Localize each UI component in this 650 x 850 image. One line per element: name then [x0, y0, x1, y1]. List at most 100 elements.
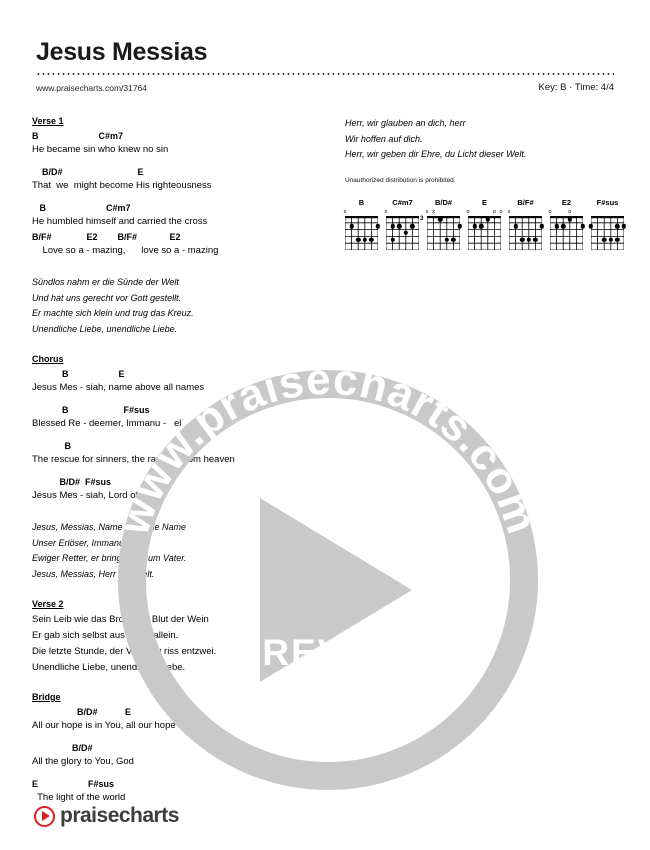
header-divider [36, 73, 614, 75]
chord-diagram-row: Bx C#m7 x 3 B/D# x x Eo o o B/F# x E2 o o F#sus [343, 198, 627, 250]
translation-line: Jesus, Messias, Name über alle Name [32, 522, 187, 532]
section-chorus: Chorus B E Jesus Mes - siah, name above … [32, 354, 332, 503]
verse-1-translation: Sündlos nahm er die Sünde der Welt Und h… [32, 275, 332, 337]
chord-diagram: Bx [343, 198, 381, 250]
chord-line: B C#m7 [32, 131, 124, 141]
chord-line: B/D# F#sus [32, 477, 112, 487]
chord-diagram-name: B/D# [434, 198, 453, 207]
praisecharts-logo[interactable]: praisecharts [34, 804, 179, 828]
lyric-line: The light of the world [32, 792, 126, 803]
chord-lyric-pair: B E Jesus Mes - siah, name above all nam… [32, 368, 332, 395]
section-verse-2: Verse 2 Sein Leib wie das Brot, sein Blu… [32, 599, 332, 675]
chord-diagram-name: E [481, 198, 487, 207]
translation-line: Sündlos nahm er die Sünde der Welt [32, 277, 179, 287]
translation-line: Herr, wir geben dir Ehre, du Licht diese… [345, 149, 527, 159]
chord-fretboard [427, 216, 463, 250]
chord-line: B E [32, 369, 125, 379]
chord-string-markers: ooo [466, 209, 503, 216]
chord-diagram-name: C#m7 [392, 198, 413, 207]
chord-string-markers: x [384, 209, 419, 216]
lyric-line: All our hope is in You, all our hope is … [32, 720, 214, 731]
copyright-notice: Unauthorized distribution is prohibited. [345, 176, 456, 184]
chord-lyric-pair: B/D# F#sus Jesus Mes - siah, Lord of all [32, 476, 332, 503]
open-string-icon: o [499, 209, 503, 215]
fret-dot [539, 223, 545, 229]
chord-lyric-pair: B C#m7 He became sin who knew no sin [32, 130, 332, 157]
chord-diagram-name: B [358, 198, 365, 207]
translation-line: Ewiger Retter, er bringt uns zum Vater. [32, 553, 187, 563]
section-title-verse-1: Verse 1 [32, 116, 64, 126]
lyric-line: Unendliche Liebe, unendliche Liebe. [32, 662, 186, 673]
chord-fretboard [588, 216, 627, 250]
lyrics-column-left: Verse 1 B C#m7 He became sin who knew no… [32, 116, 332, 809]
translation-line: Wir hoffen auf dich. [345, 133, 423, 144]
chord-line: B F#sus [32, 405, 150, 415]
section-title-verse-2: Verse 2 [32, 599, 64, 609]
lyric-line: Jesus Mes - siah, name above all names [32, 382, 205, 393]
translation-line: Unser Erlöser, Immanuel. [32, 537, 134, 548]
chord-lyric-pair: B/F# E2 B/F# E2 Love so a - mazing, love… [32, 231, 332, 258]
muted-string-icon: x [507, 209, 511, 215]
chord-line: B/D# E [32, 707, 132, 717]
section-title-bridge: Bridge [32, 692, 61, 702]
translation-line: Jesus, Messias, Herr der Welt. [32, 568, 155, 579]
chord-diagram: Eooo [466, 198, 503, 250]
open-string-icon: o [492, 209, 496, 215]
play-button-icon [34, 805, 55, 827]
translation-line: Herr, wir glauben an dich, herr [345, 118, 466, 128]
lyric-line: Die letzte Stunde, der Vorhang riss entz… [32, 646, 217, 657]
chord-line: B [32, 441, 72, 451]
translation-line: Er machte sich klein und trug das Kreuz. [32, 308, 194, 318]
chord-string-markers: x [343, 209, 378, 216]
chord-diagram: B/F# x [507, 198, 545, 250]
chord-string-markers [591, 209, 624, 216]
translation-line: Und hat uns gerecht vor Gott gestellt. [32, 292, 182, 303]
chord-fretboard: 3 [386, 216, 423, 250]
chord-diagram: E2 o o [548, 198, 586, 250]
page-title: Jesus Messias [36, 38, 208, 66]
source-url[interactable]: www.praisecharts.com/31764 [36, 83, 147, 93]
chord-line: B/D# E [32, 167, 144, 177]
chord-diagram: F#sus [588, 198, 627, 250]
chord-string-markers: x [507, 209, 542, 216]
chord-line: B/D# [32, 743, 93, 753]
chord-fretboard [345, 216, 381, 250]
muted-string-icon: x [343, 209, 347, 215]
fret-dot [621, 223, 627, 229]
muted-string-icon: x [432, 209, 435, 215]
chord-diagram-name: B/F# [517, 198, 534, 207]
muted-string-icon: x [425, 209, 429, 215]
logo-wordmark: praisecharts [60, 804, 179, 827]
fret-dot [375, 223, 381, 229]
chord-fretboard [468, 216, 501, 250]
chord-lyric-pair: B/D# E That we might become His righteou… [32, 166, 332, 193]
chord-string-markers: oo [548, 209, 583, 216]
chord-diagram: B/D# x x [425, 198, 463, 250]
open-string-icon: o [568, 209, 572, 215]
sheet-music-page: Jesus Messias www.praisecharts.com/31764… [0, 0, 650, 850]
lyric-line: The rescue for sinners, the ransom from … [32, 454, 235, 465]
chord-fretboard [509, 216, 545, 250]
key-time-signature: Key: B · Time: 4/4 [538, 82, 615, 93]
lyric-line: Blessed Re - deemer, Immanu - el [32, 418, 182, 429]
lyric-line: All the glory to You, God [32, 756, 134, 767]
fret-dot [457, 223, 463, 229]
fret-dot [580, 223, 586, 229]
translation-column-right: Herr, wir glauben an dich, herr Wir hoff… [345, 116, 617, 184]
chord-diagram-name: E2 [561, 198, 572, 207]
chord-lyric-pair: B/D# E All our hope is in You, all our h… [32, 706, 332, 733]
chord-line: B C#m7 [32, 203, 131, 213]
chord-line: E F#sus [32, 779, 115, 789]
open-string-icon: o [466, 209, 470, 215]
chord-fretboard [550, 216, 586, 250]
base-fret-label: 3 [420, 216, 424, 222]
lyric-line: Sein Leib wie das Brot, sein Blut der We… [32, 614, 209, 625]
lyric-line: That we might become His righteousness [32, 180, 212, 191]
lyric-line: Love so a - mazing, love so a - mazing [32, 245, 219, 256]
section-verse-1: Verse 1 B C#m7 He became sin who knew no… [32, 116, 332, 258]
lyric-line: Er gab sich selbst aus Liebe allein. [32, 630, 179, 641]
muted-string-icon: x [384, 209, 388, 215]
chorus-translation: Jesus, Messias, Name über alle Name Unse… [32, 520, 332, 582]
chord-lyric-pair: B F#sus Blessed Re - deemer, Immanu - el [32, 404, 332, 431]
chord-lyric-pair: E F#sus The light of the world [32, 778, 332, 805]
